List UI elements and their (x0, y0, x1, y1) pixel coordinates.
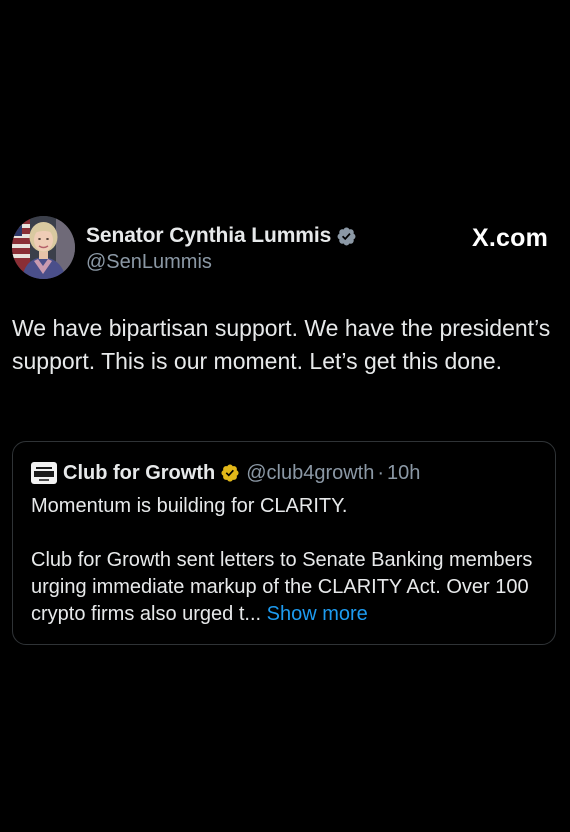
author-info: Senator Cynthia Lummis @SenLummis (86, 222, 357, 274)
quoted-paragraph-1: Momentum is building for CLARITY. (31, 495, 348, 517)
quoted-handle[interactable]: @club4growth (246, 462, 374, 485)
author-display-name[interactable]: Senator Cynthia Lummis (86, 224, 331, 248)
tweet-header: Senator Cynthia Lummis @SenLummis X.com (12, 216, 558, 282)
quoted-tweet-header: Club for Growth @club4growth · 10h (31, 460, 420, 486)
club-for-growth-logo[interactable] (31, 462, 57, 484)
quoted-display-name[interactable]: Club for Growth (63, 462, 215, 485)
quoted-tweet-card[interactable]: Club for Growth @club4growth · 10h Momen… (12, 441, 556, 645)
display-name-row: Senator Cynthia Lummis (86, 222, 357, 250)
author-avatar[interactable] (12, 216, 75, 279)
verified-badge-icon (337, 227, 356, 245)
quoted-tweet-text: Momentum is building for CLARITY. Club f… (31, 493, 543, 628)
avatar-image (12, 216, 75, 279)
show-more-link[interactable]: Show more (267, 603, 368, 625)
x-logo: X.com (471, 224, 548, 252)
dot-separator: · (377, 461, 385, 484)
quoted-timestamp[interactable]: 10h (387, 462, 420, 485)
tweet-card: Senator Cynthia Lummis @SenLummis X.com … (0, 0, 570, 832)
verified-gold-badge-icon (221, 464, 239, 482)
author-handle[interactable]: @SenLummis (86, 251, 357, 274)
tweet-text: We have bipartisan support. We have the … (12, 315, 557, 374)
quoted-paragraph-2: Club for Growth sent letters to Senate B… (31, 547, 543, 628)
